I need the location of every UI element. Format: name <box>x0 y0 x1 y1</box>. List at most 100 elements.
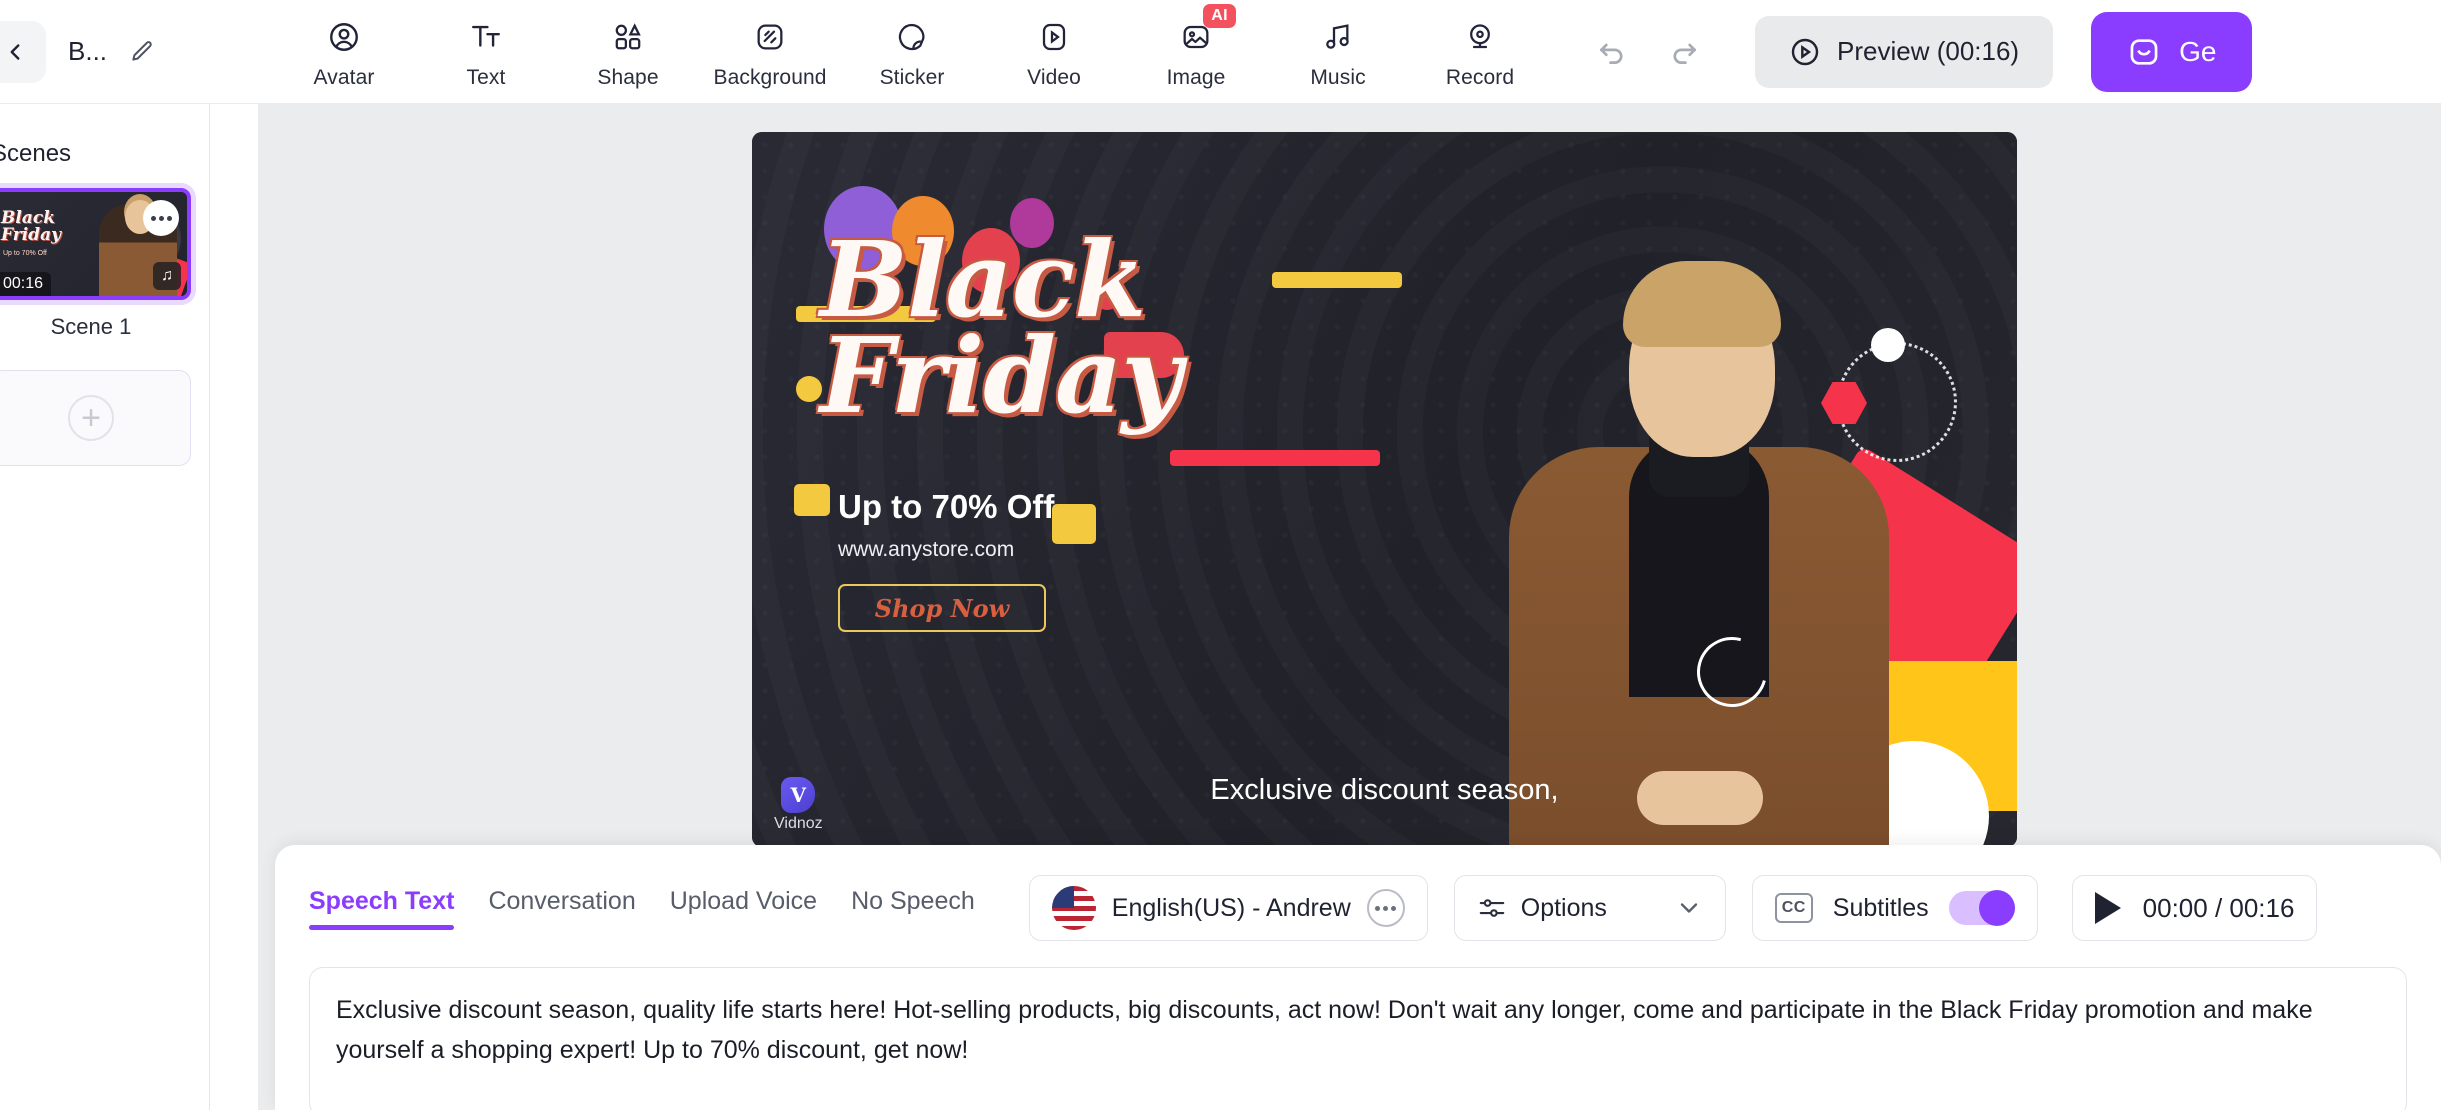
video-canvas[interactable]: Black Friday Up to 70% Off www.anystore.… <box>752 132 2017 847</box>
tool-video[interactable]: Video <box>983 14 1125 90</box>
watermark-label: Vidnoz <box>774 815 823 832</box>
avatar-presenter <box>1489 207 1909 847</box>
scenes-title: Scenes <box>0 140 72 167</box>
redo-button[interactable] <box>1661 29 1707 75</box>
sliders-icon <box>1479 899 1505 917</box>
canvas-cta-button[interactable]: Shop Now <box>838 584 1046 632</box>
top-toolbar: B... Avatar Text Shape Background Sticke… <box>0 0 2441 104</box>
scene-duration-badge: 00:16 <box>0 272 52 296</box>
image-ai-badge: AI <box>1203 3 1237 28</box>
preview-button[interactable]: Preview (00:16) <box>1755 15 2054 88</box>
redo-icon <box>1673 43 1696 64</box>
history-controls <box>1589 29 1707 75</box>
scene-music-badge: ♫ <box>153 262 181 290</box>
white-dot-shape <box>1871 328 1905 362</box>
scene-thumbnail-subtitle: Up to 70% Off <box>3 250 47 257</box>
tool-label: Avatar <box>313 65 375 89</box>
tab-no-speech[interactable]: No Speech <box>851 887 975 930</box>
speech-panel: Speech Text Conversation Upload Voice No… <box>275 845 2441 1110</box>
subtitles-label: Subtitles <box>1832 893 1929 922</box>
tool-label: Shape <box>597 65 659 89</box>
preview-label: Preview (00:16) <box>1837 36 2020 66</box>
speech-tabs: Speech Text Conversation Upload Voice No… <box>309 887 975 930</box>
scene-thumbnail-title: Black Friday <box>1 208 61 245</box>
voice-name: English(US) - Andrew <box>1111 893 1351 922</box>
canvas-cta-label: Shop Now <box>874 593 1010 623</box>
chevron-down-icon <box>1680 903 1697 913</box>
gift-icon <box>794 484 830 516</box>
scene-label: Scene 1 <box>50 314 132 339</box>
avatar-icon <box>330 22 358 51</box>
tool-label: Text <box>466 65 506 89</box>
generate-label: Ge <box>2179 35 2217 67</box>
canvas-headline: Black Friday <box>820 228 1380 437</box>
add-scene-button[interactable]: + <box>0 370 191 466</box>
play-circle-icon <box>1791 38 1819 65</box>
speech-panel-toolbar: Speech Text Conversation Upload Voice No… <box>275 845 2441 941</box>
generate-icon <box>2130 38 2158 65</box>
tool-list: Avatar Text Shape Background Sticker Vid… <box>273 3 1551 90</box>
tool-label: Record <box>1445 65 1515 89</box>
generate-button[interactable]: Ge <box>2091 11 2253 92</box>
tab-speech-text[interactable]: Speech Text <box>309 887 455 930</box>
canvas-headline-line2: Friday <box>820 314 1182 437</box>
watermark: V Vidnoz <box>774 777 823 833</box>
cc-icon: CC <box>1774 893 1813 923</box>
voice-selector[interactable]: English(US) - Andrew <box>1028 875 1428 941</box>
video-editor-app: B... Avatar Text Shape Background Sticke… <box>0 0 2441 1110</box>
canvas-subtitle-overlay: Exclusive discount season, <box>1210 774 1559 806</box>
tool-label: Sticker <box>879 65 945 89</box>
back-button[interactable] <box>0 20 46 83</box>
video-icon <box>1042 23 1066 50</box>
player-time: 00:00 / 00:16 <box>2142 892 2295 923</box>
background-icon <box>757 24 783 49</box>
pencil-icon <box>132 40 152 61</box>
canvas-url-text: www.anystore.com <box>838 538 1015 561</box>
us-flag-icon <box>1051 886 1096 930</box>
chevron-left-icon <box>10 43 20 60</box>
canvas-discount-text: Up to 70% Off <box>838 488 1055 525</box>
tool-label: Music <box>1310 65 1366 89</box>
tool-label: Image <box>1166 65 1226 89</box>
tool-sticker[interactable]: Sticker <box>841 14 983 90</box>
voice-options-button[interactable] <box>1366 889 1405 927</box>
text-icon <box>472 25 500 47</box>
scene-card: Black Friday Up to 70% Off 00:16 ♫ Scene… <box>0 188 191 340</box>
tool-shape[interactable]: Shape <box>557 14 699 90</box>
record-icon <box>1470 23 1490 48</box>
tool-image[interactable]: AI Image <box>1125 3 1267 90</box>
scenes-sidebar: Scenes Black Friday Up to 70% Off 00:16 … <box>0 104 210 1110</box>
script-input-box[interactable]: Exclusive discount season, quality life … <box>309 967 2407 1110</box>
script-text[interactable]: Exclusive discount season, quality life … <box>336 990 2380 1070</box>
subtitles-control[interactable]: CC Subtitles <box>1751 875 2038 941</box>
vidnoz-logo-icon: V <box>781 777 816 813</box>
options-dropdown[interactable]: Options <box>1453 875 1726 941</box>
audio-player[interactable]: 00:00 / 00:16 <box>2071 875 2318 941</box>
scene-thumbnail[interactable]: Black Friday Up to 70% Off 00:16 ♫ <box>0 188 191 300</box>
sticker-icon <box>898 23 925 50</box>
undo-button[interactable] <box>1589 29 1635 75</box>
play-icon[interactable] <box>2094 892 2121 924</box>
tool-label: Background <box>713 65 827 89</box>
music-icon <box>1326 23 1349 49</box>
avatar-hair <box>1623 261 1781 347</box>
tool-background[interactable]: Background <box>699 14 841 90</box>
subtitles-toggle[interactable] <box>1948 890 2015 926</box>
tool-music[interactable]: Music <box>1267 14 1409 90</box>
scene-options-button[interactable] <box>143 200 179 236</box>
red-bar-decoration <box>1170 450 1380 466</box>
tool-label: Video <box>1027 65 1081 89</box>
tab-upload-voice[interactable]: Upload Voice <box>670 887 817 930</box>
rename-project-button[interactable] <box>129 39 155 65</box>
plus-icon: + <box>68 395 114 441</box>
tool-avatar[interactable]: Avatar <box>273 14 415 90</box>
star-icon <box>796 376 822 402</box>
tab-conversation[interactable]: Conversation <box>488 887 635 930</box>
tool-text[interactable]: Text <box>415 14 557 90</box>
project-title: B... <box>68 36 108 66</box>
options-label: Options <box>1520 893 1607 922</box>
undo-icon <box>1600 43 1623 64</box>
tool-record[interactable]: Record <box>1409 14 1551 90</box>
shape-icon <box>615 22 641 49</box>
gift-icon <box>1052 504 1096 544</box>
